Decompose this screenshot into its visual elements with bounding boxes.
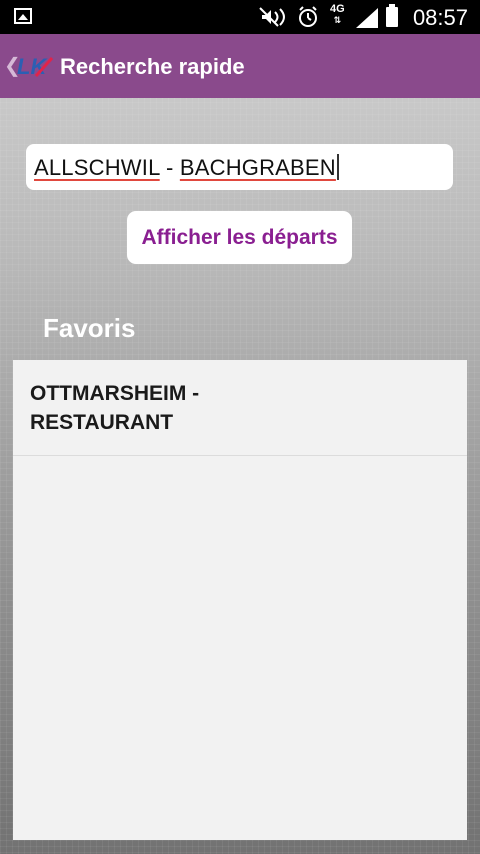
gallery-icon (14, 8, 32, 24)
alarm-icon (299, 6, 317, 27)
stop-search-input[interactable]: ALLSCHWIL - BACHGRABEN (26, 144, 453, 190)
network-type: 4G ⇅ (330, 3, 345, 26)
favorite-item[interactable]: OTTMARSHEIM - RESTAURANT (13, 360, 467, 456)
app-bar: ❮ LK Recherche rapide (0, 34, 480, 98)
favorites-heading: Favoris (43, 313, 136, 343)
show-departures-button[interactable]: Afficher les départs (127, 211, 352, 264)
signal-icon (356, 8, 378, 28)
status-bar: 4G ⇅ 08:57 (0, 0, 480, 34)
favorite-item-line2: RESTAURANT (30, 411, 174, 434)
app-title: Recherche rapide (60, 54, 245, 79)
mute-icon (259, 7, 285, 27)
favorites-list: OTTMARSHEIM - RESTAURANT (13, 360, 467, 840)
search-value-word1: ALLSCHWIL (34, 155, 160, 180)
status-time: 08:57 (412, 5, 468, 30)
favorite-item-line1: OTTMARSHEIM - (30, 382, 200, 405)
app-logo[interactable]: LK (16, 52, 54, 80)
search-value-separator: - (159, 155, 180, 180)
battery-icon (386, 4, 398, 27)
search-value-word2: BACHGRABEN (179, 155, 336, 180)
text-caret (336, 154, 339, 180)
